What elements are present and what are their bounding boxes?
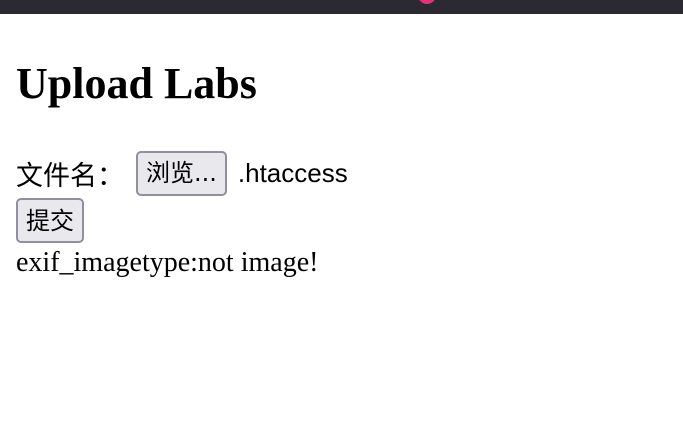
browser-accent-indicator (418, 0, 436, 4)
file-upload-row: 文件名： 浏览... .htaccess (16, 150, 348, 196)
browse-button[interactable]: 浏览... (136, 150, 227, 196)
selected-file-name: .htaccess (237, 157, 348, 188)
file-label: 文件名： (16, 160, 124, 192)
submit-row: 提交 (16, 198, 348, 243)
page-title: Upload Labs (16, 59, 257, 108)
browser-top-bar (0, 0, 683, 14)
page-content: Upload Labs 文件名： 浏览... .htaccess 提交 exif… (16, 56, 348, 283)
result-message: exif_imagetype:not image! (16, 247, 319, 278)
submit-button[interactable]: 提交 (16, 198, 84, 243)
